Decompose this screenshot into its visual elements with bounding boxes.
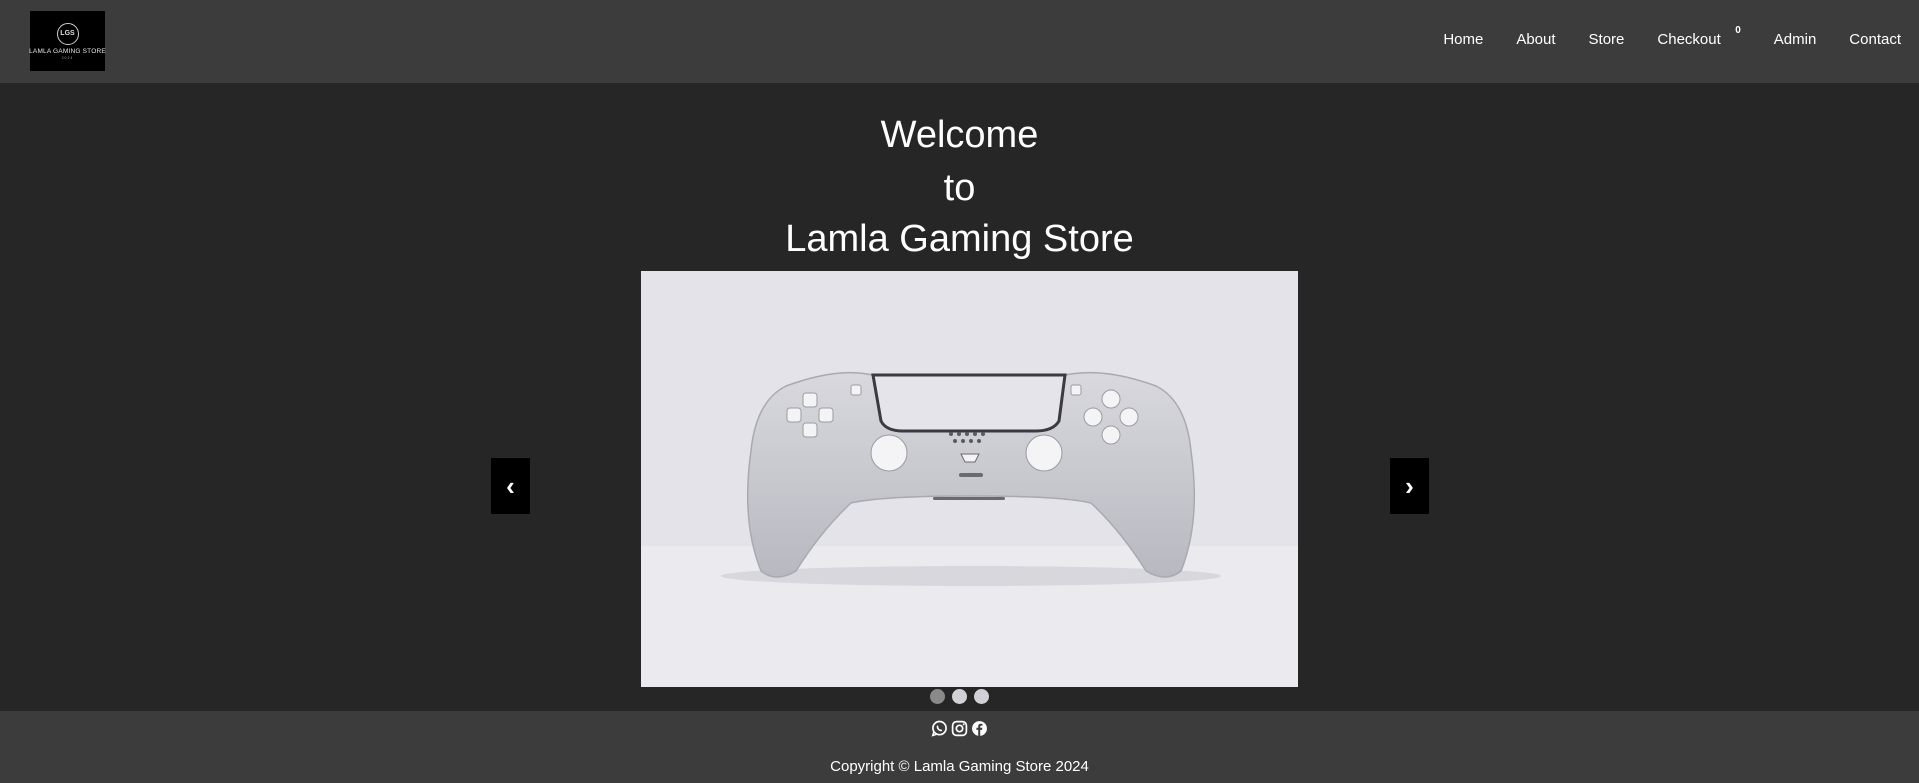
welcome-line-2: to [943, 167, 976, 209]
carousel-prev-button[interactable]: ‹ [491, 458, 530, 514]
logo-mark: LGS [56, 22, 79, 45]
carousel-dot-2[interactable] [952, 689, 967, 704]
whatsapp-icon[interactable] [931, 720, 948, 737]
carousel-slide-image [641, 271, 1298, 687]
instagram-icon[interactable] [951, 720, 968, 737]
nav-checkout-label: Checkout [1657, 31, 1721, 48]
logo-text: LAMLA GAMING STORE [29, 47, 106, 55]
facebook-icon[interactable] [971, 720, 988, 737]
carousel-dot-1[interactable] [930, 689, 945, 704]
nav-home-link[interactable]: Home [1443, 31, 1483, 48]
game-controller-image [641, 271, 1298, 687]
nav-store-link[interactable]: Store [1589, 31, 1625, 48]
main-nav: Home About Store Checkout 0 Admin Contac… [1410, 25, 1901, 48]
nav-contact-link[interactable]: Contact [1849, 31, 1901, 48]
cart-count-badge: 0 [1735, 25, 1741, 36]
carousel-next-button[interactable]: › [1390, 458, 1429, 514]
welcome-line-3: Lamla Gaming Store [785, 218, 1134, 260]
carousel-dot-3[interactable] [974, 689, 989, 704]
copyright-text: Copyright © Lamla Gaming Store 2024 [830, 758, 1089, 775]
welcome-line-1: Welcome [880, 114, 1039, 156]
nav-about-link[interactable]: About [1516, 31, 1555, 48]
site-footer: Copyright © Lamla Gaming Store 2024 [0, 711, 1919, 783]
social-links [0, 720, 1919, 737]
site-header: LGS LAMLA GAMING STORE 2024 Home About S… [0, 0, 1919, 83]
nav-admin-link[interactable]: Admin [1774, 31, 1817, 48]
carousel-dots [0, 689, 1919, 704]
logo-subtext: 2024 [61, 55, 74, 60]
store-logo[interactable]: LGS LAMLA GAMING STORE 2024 [29, 11, 106, 71]
nav-checkout-link[interactable]: Checkout 0 [1657, 25, 1740, 48]
